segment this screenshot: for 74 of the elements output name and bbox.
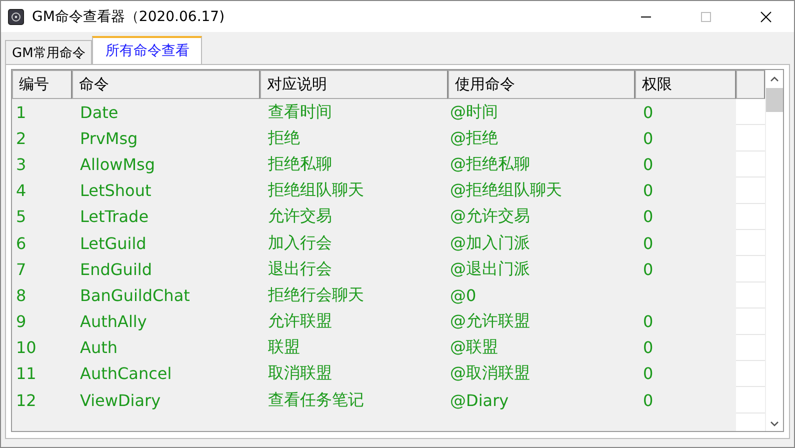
table-cell: PrvMsg <box>80 128 138 148</box>
table-cell: AuthCancel <box>80 364 172 384</box>
column-header[interactable]: 命令 <box>72 70 260 99</box>
table-cell: @0 <box>450 286 476 305</box>
table-cell: 0 <box>643 312 654 332</box>
table-cell: AllowMsg <box>80 154 156 174</box>
table-cell: 拒绝行会聊天 <box>268 284 364 306</box>
table-cell: 允许交易 <box>268 206 332 228</box>
table-cell: 5 <box>16 207 26 226</box>
table-cell: 0 <box>643 207 654 226</box>
table-cell: 1 <box>16 102 26 122</box>
table-cell: 2 <box>16 128 26 148</box>
table-cell: 0 <box>643 234 654 253</box>
table-cell: 拒绝组队聊天 <box>268 180 364 202</box>
table-cell: @允许联盟 <box>450 311 530 332</box>
table-cell: ViewDiary <box>80 390 161 410</box>
tab[interactable]: GM常用命令 <box>5 40 92 64</box>
window-title: GM命令查看器（2020.06.17) <box>32 8 225 26</box>
table-cell: 查看时间 <box>268 102 332 123</box>
table-cell: 拒绝私聊 <box>268 154 332 175</box>
table-cell: @允许交易 <box>450 206 530 228</box>
tab[interactable]: 所有命令查看 <box>92 36 202 64</box>
table-cell: 0 <box>643 128 654 148</box>
table-cell: AuthAlly <box>80 312 147 332</box>
table-cell: 取消联盟 <box>268 363 332 384</box>
app-icon <box>8 8 24 24</box>
table-cell: 12 <box>16 390 36 410</box>
table-cell: @拒绝 <box>450 128 498 149</box>
table-cell: @拒绝私聊 <box>450 154 530 175</box>
table-cell: 3 <box>16 154 26 174</box>
table-cell: 0 <box>643 364 654 384</box>
table-cell: @时间 <box>450 102 498 123</box>
table-cell: 允许联盟 <box>268 311 332 332</box>
column-header[interactable]: 编号 <box>12 70 72 99</box>
table-cell: 0 <box>643 260 654 279</box>
table-cell: BanGuildChat <box>80 286 190 305</box>
table-cell: 拒绝 <box>268 128 300 149</box>
column-header[interactable]: 对应说明 <box>260 70 448 99</box>
scrollbar[interactable] <box>765 70 783 431</box>
table-cell: @取消联盟 <box>450 363 530 384</box>
table-cell: 8 <box>16 286 26 305</box>
table-cell: 0 <box>643 102 654 122</box>
table-cell: 0 <box>643 390 654 410</box>
close-icon[interactable] <box>760 10 772 22</box>
table-cell: @拒绝组队聊天 <box>450 180 562 202</box>
table-cell: EndGuild <box>80 260 152 279</box>
table-cell: @退出门派 <box>450 258 530 280</box>
table-cell: 9 <box>16 312 26 332</box>
table-cell: 10 <box>16 338 36 358</box>
column-header[interactable]: 使用命令 <box>448 70 635 99</box>
table-cell: 退出行会 <box>268 258 332 280</box>
table-cell: 加入行会 <box>268 232 332 254</box>
table-cell: @Diary <box>450 390 509 410</box>
scroll-down-icon[interactable] <box>770 421 779 427</box>
column-header[interactable]: 权限 <box>635 70 736 99</box>
table-cell: LetGuild <box>80 234 146 253</box>
table-cell: 7 <box>16 260 26 279</box>
table-cell: @联盟 <box>450 337 498 358</box>
scroll-up-icon[interactable] <box>770 76 779 82</box>
table-cell: Date <box>80 102 118 122</box>
table-cell: 0 <box>643 338 654 358</box>
table-cell: @加入门派 <box>450 232 530 254</box>
table-cell: Auth <box>80 338 118 358</box>
table-cell: 6 <box>16 234 26 253</box>
table-cell: 0 <box>643 154 654 174</box>
column-header[interactable] <box>736 70 765 99</box>
table-cell: LetTrade <box>80 207 149 226</box>
scrollbar-thumb[interactable] <box>766 88 783 112</box>
table-cell: LetShout <box>80 181 152 200</box>
table-cell: 0 <box>643 181 654 200</box>
table-cell: 查看任务笔记 <box>268 390 364 411</box>
table-cell: 联盟 <box>268 337 300 358</box>
table-cell: 11 <box>16 364 36 384</box>
table-cell: 4 <box>16 181 26 200</box>
